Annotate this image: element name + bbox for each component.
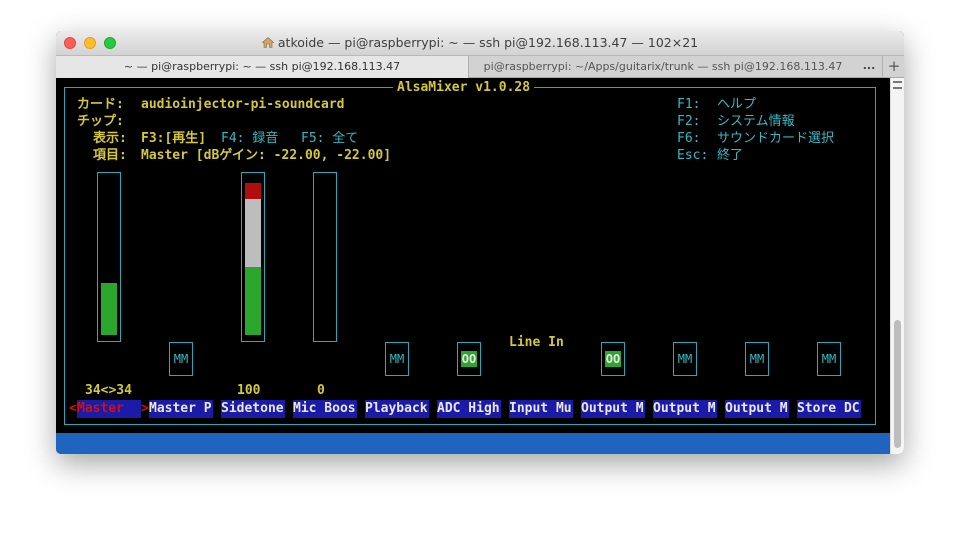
chip-label: チップ:: [77, 114, 124, 129]
tab-ssh-home[interactable]: ~ — pi@raspberrypi: ~ — ssh pi@192.168.1…: [56, 56, 468, 78]
title-bar[interactable]: atkoide — pi@raspberrypi: ~ — ssh pi@192…: [56, 31, 904, 55]
sidetone-level-red: [245, 183, 261, 199]
new-tab-button[interactable]: +: [882, 56, 904, 78]
line-in-label: Line In: [509, 335, 564, 350]
mic-boost-value: 0: [317, 383, 325, 398]
channel-master-p[interactable]: Master P: [149, 400, 213, 418]
help-text-f6: サウンドカード選択: [717, 131, 835, 146]
terminal-scrollbar[interactable]: [890, 78, 904, 454]
master-value: 34<>34: [85, 383, 132, 398]
help-key-f1: F1:: [677, 97, 701, 112]
window-title: atkoide — pi@raspberrypi: ~ — ssh pi@192…: [277, 35, 699, 50]
home-icon: [261, 37, 274, 48]
help-key-esc: Esc:: [677, 148, 709, 163]
menu-lines-icon[interactable]: [893, 81, 902, 89]
view-all[interactable]: F5: 全て: [301, 130, 358, 147]
view-label: 表示:: [93, 131, 127, 146]
sidetone-level-green: [245, 267, 261, 335]
playback-switch-state: MM: [389, 352, 405, 366]
channel-input-mux[interactable]: Input Mu: [509, 400, 573, 418]
master-volume-bar[interactable]: [97, 172, 121, 342]
mixer-title: AlsaMixer v1.0.28: [393, 80, 535, 95]
sidetone-value: 100: [237, 383, 261, 398]
help-key-f6: F6:: [677, 131, 701, 146]
tab-overflow-button[interactable]: ...: [856, 56, 882, 78]
channel-output-m3[interactable]: Output M: [725, 400, 789, 418]
channel-store-dc[interactable]: Store DC: [797, 400, 861, 418]
help-text-f2: システム情報: [717, 114, 795, 129]
channel-sidetone[interactable]: Sidetone: [221, 400, 285, 418]
master-p-switch-state: MM: [173, 352, 189, 366]
channel-mic-boost[interactable]: Mic Boos: [293, 400, 357, 418]
channel-master[interactable]: Master: [77, 400, 141, 418]
card-value: audioinjector-pi-soundcard: [141, 97, 345, 112]
view-capture[interactable]: F4: 録音: [221, 130, 278, 147]
master-volume-level: [101, 283, 117, 335]
output-m2-switch-state: MM: [749, 352, 765, 366]
alsamixer-screen: AlsaMixer v1.0.28 カード: audioinjector-pi-…: [56, 78, 890, 433]
selection-left-mark: <: [69, 401, 77, 416]
output-m1-switch[interactable]: MM: [673, 342, 697, 376]
terminal-view[interactable]: AlsaMixer v1.0.28 カード: audioinjector-pi-…: [56, 78, 890, 454]
channel-output-m1[interactable]: Output M: [581, 400, 645, 418]
mic-boost-volume-bar[interactable]: [313, 172, 337, 342]
sidetone-level-white: [245, 199, 261, 267]
item-value: Master [dBゲイン: -22.00, -22.00]: [141, 148, 392, 163]
tab-ssh-guitarix[interactable]: pi@raspberrypi: ~/Apps/guitarix/trunk — …: [468, 56, 857, 78]
output-m2-switch[interactable]: MM: [745, 342, 769, 376]
master-p-mute-switch[interactable]: MM: [169, 342, 193, 376]
line-in-switch[interactable]: OO: [601, 342, 625, 376]
help-text-esc: 終了: [717, 148, 744, 163]
help-text-f1: ヘルプ: [717, 97, 757, 112]
terminal-window: atkoide — pi@raspberrypi: ~ — ssh pi@192…: [56, 31, 904, 454]
view-playback[interactable]: F3:[再生]: [141, 130, 206, 147]
window-title-container: atkoide — pi@raspberrypi: ~ — ssh pi@192…: [56, 35, 904, 50]
adc-high-switch[interactable]: OO: [457, 342, 481, 376]
help-key-f2: F2:: [677, 114, 701, 129]
channel-playback[interactable]: Playback: [365, 400, 429, 418]
adc-high-switch-state: OO: [460, 351, 478, 367]
output-m1-switch-state: MM: [677, 352, 693, 366]
channel-output-m2[interactable]: Output M: [653, 400, 717, 418]
store-dc-switch-state: MM: [821, 352, 837, 366]
tab-bar: ~ — pi@raspberrypi: ~ — ssh pi@192.168.1…: [56, 55, 904, 78]
selection-right-mark: >: [141, 401, 149, 416]
line-in-switch-state: OO: [604, 351, 622, 367]
item-label: 項目:: [93, 148, 127, 163]
playback-mute-switch[interactable]: MM: [385, 342, 409, 376]
channel-adc-high[interactable]: ADC High: [437, 400, 501, 418]
card-label: カード:: [77, 97, 124, 112]
store-dc-switch[interactable]: MM: [817, 342, 841, 376]
sidetone-volume-bar[interactable]: [241, 172, 265, 342]
scrollbar-thumb[interactable]: [894, 320, 901, 448]
